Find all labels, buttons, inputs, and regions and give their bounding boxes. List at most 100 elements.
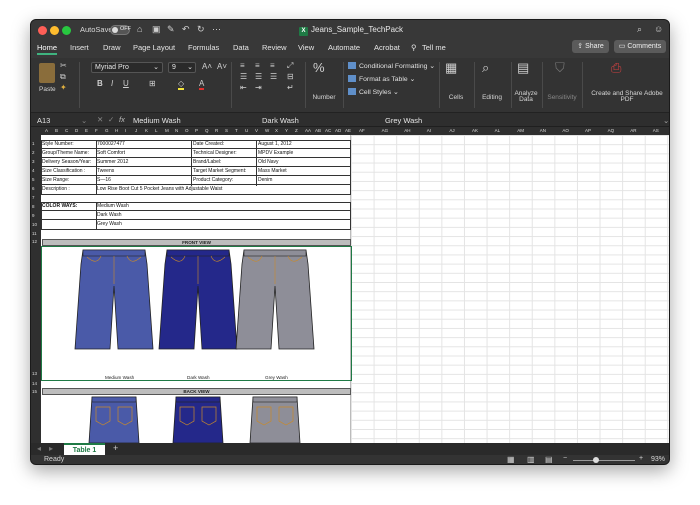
row-header[interactable]: 4 bbox=[32, 168, 35, 173]
category-cell[interactable]: Denim bbox=[258, 177, 272, 183]
column-header[interactable]: Z bbox=[295, 128, 298, 133]
brand-cell[interactable]: Old Navy bbox=[258, 159, 279, 165]
column-header[interactable]: O bbox=[185, 128, 189, 133]
row-header[interactable]: 8 bbox=[32, 204, 35, 209]
zoom-in-icon[interactable]: + bbox=[639, 455, 643, 462]
name-box[interactable]: A13 bbox=[37, 116, 50, 125]
confirm-icon[interactable]: ✓ bbox=[108, 115, 114, 124]
zoom-slider[interactable] bbox=[573, 460, 635, 461]
colorway-cell[interactable]: Grey Wash bbox=[97, 221, 122, 227]
cells-label[interactable]: Cells bbox=[441, 94, 471, 101]
tab-data[interactable]: Data bbox=[233, 43, 249, 52]
column-header[interactable]: K bbox=[145, 128, 148, 133]
normal-view-icon[interactable]: ▦ bbox=[507, 455, 515, 464]
tab-formulas[interactable]: Formulas bbox=[188, 43, 219, 52]
column-header[interactable]: J bbox=[135, 128, 137, 133]
row-header[interactable]: 5 bbox=[32, 177, 35, 182]
colorway-cell[interactable]: Dark Wash bbox=[97, 212, 122, 218]
sheet-tab-table-1[interactable]: Table 1 bbox=[64, 443, 105, 455]
align-right-icon[interactable]: ☰ bbox=[270, 72, 277, 81]
column-header[interactable]: AD bbox=[335, 128, 341, 133]
more-icon[interactable]: ⋯ bbox=[212, 24, 221, 35]
align-top-icon[interactable]: ≡ bbox=[240, 61, 245, 70]
row-header[interactable]: 11 bbox=[32, 231, 37, 236]
column-header[interactable]: N bbox=[175, 128, 178, 133]
tell-me-field[interactable]: Tell me bbox=[422, 43, 446, 52]
previous-sheet-icon[interactable]: ◂ bbox=[37, 444, 41, 453]
column-header[interactable]: AH bbox=[404, 128, 410, 133]
column-header[interactable]: AN bbox=[540, 128, 546, 133]
fill-color-icon[interactable]: ◇ bbox=[178, 79, 185, 90]
tab-automate[interactable]: Automate bbox=[328, 43, 360, 52]
wrap-text-icon[interactable]: ↵ bbox=[287, 83, 294, 92]
zoom-out-icon[interactable]: − bbox=[563, 455, 567, 462]
cut-icon[interactable]: ✂ bbox=[60, 61, 67, 70]
share-button[interactable]: ⇪ Share bbox=[572, 40, 609, 53]
column-header[interactable]: AB bbox=[315, 128, 321, 133]
home-icon[interactable]: ⌂ bbox=[137, 24, 142, 34]
date-cell[interactable]: August 1, 2012 bbox=[258, 141, 292, 147]
add-sheet-icon[interactable]: + bbox=[113, 443, 118, 453]
column-header[interactable]: AG bbox=[382, 128, 389, 133]
editing-icon[interactable]: ⌕ bbox=[482, 60, 489, 76]
function-icon[interactable]: fx bbox=[119, 115, 125, 124]
font-name-select[interactable]: Myriad Pro ⌄ bbox=[91, 62, 163, 73]
redo-icon[interactable]: ↻ bbox=[197, 24, 205, 35]
minimize-window-button[interactable] bbox=[50, 26, 59, 35]
decrease-indent-icon[interactable]: ⇤ bbox=[240, 83, 247, 92]
style-number-cell[interactable]: 7000027477 bbox=[97, 141, 125, 147]
column-header[interactable]: AI bbox=[427, 128, 431, 133]
colorway-cell[interactable]: Medium Wash bbox=[97, 203, 129, 209]
create-share-pdf-label[interactable]: Create and Share Adobe PDF bbox=[587, 90, 667, 103]
column-header[interactable]: U bbox=[245, 128, 248, 133]
align-middle-icon[interactable]: ≡ bbox=[255, 61, 260, 70]
size-class-cell[interactable]: Tweens bbox=[97, 168, 114, 174]
column-header[interactable]: AA bbox=[305, 128, 311, 133]
comments-button[interactable]: ▭ Comments bbox=[614, 40, 666, 53]
column-header[interactable]: AP bbox=[585, 128, 591, 133]
column-header[interactable]: M bbox=[165, 128, 169, 133]
close-window-button[interactable] bbox=[38, 26, 47, 35]
column-header[interactable]: AS bbox=[653, 128, 659, 133]
column-header[interactable]: A bbox=[45, 128, 48, 133]
column-header[interactable]: X bbox=[275, 128, 278, 133]
underline-icon[interactable]: U bbox=[123, 79, 129, 88]
tab-view[interactable]: View bbox=[298, 43, 314, 52]
conditional-formatting-button[interactable]: Conditional Formatting ⌄ bbox=[348, 62, 435, 70]
align-bottom-icon[interactable]: ≡ bbox=[270, 61, 275, 70]
autosave-toggle[interactable]: OFF bbox=[110, 25, 131, 35]
tab-acrobat[interactable]: Acrobat bbox=[374, 43, 400, 52]
tab-draw[interactable]: Draw bbox=[103, 43, 121, 52]
increase-font-icon[interactable]: A˄ bbox=[202, 62, 212, 71]
column-header[interactable]: AF bbox=[359, 128, 365, 133]
decrease-font-icon[interactable]: A˅ bbox=[217, 62, 227, 71]
zoom-slider-thumb[interactable] bbox=[593, 457, 599, 463]
formula-content-1[interactable]: Medium Wash bbox=[133, 116, 181, 125]
adobe-pdf-icon[interactable]: ⎙ bbox=[611, 60, 621, 76]
edit-icon[interactable]: ✎ bbox=[167, 24, 175, 35]
column-header[interactable]: B bbox=[55, 128, 58, 133]
row-header[interactable]: 1 bbox=[32, 141, 35, 146]
column-header[interactable]: P bbox=[195, 128, 198, 133]
column-header[interactable]: AR bbox=[630, 128, 636, 133]
row-header[interactable]: 12 bbox=[32, 239, 37, 244]
row-header[interactable]: 14 bbox=[32, 381, 37, 386]
cancel-icon[interactable]: ✕ bbox=[97, 115, 103, 124]
search-icon[interactable]: ⌕ bbox=[637, 24, 642, 35]
percent-icon[interactable]: % bbox=[313, 60, 325, 75]
increase-indent-icon[interactable]: ⇥ bbox=[255, 83, 262, 92]
description-cell[interactable]: Low Rise Boot Cut 5 Pocket Jeans with Ad… bbox=[97, 186, 222, 192]
tab-review[interactable]: Review bbox=[262, 43, 287, 52]
column-header[interactable]: AQ bbox=[608, 128, 615, 133]
column-header[interactable]: C bbox=[65, 128, 68, 133]
merge-icon[interactable]: ⊟ bbox=[287, 72, 294, 81]
column-header[interactable]: W bbox=[265, 128, 269, 133]
align-center-icon[interactable]: ☰ bbox=[255, 72, 262, 81]
column-header[interactable]: AL bbox=[495, 128, 501, 133]
analyze-data-label[interactable]: Analyze Data bbox=[513, 90, 539, 103]
column-header[interactable]: Y bbox=[285, 128, 288, 133]
designer-cell[interactable]: MPDV Example bbox=[258, 150, 293, 156]
analyze-data-icon[interactable]: ▤ bbox=[517, 60, 529, 76]
account-icon[interactable]: ☺ bbox=[654, 24, 663, 34]
column-header[interactable]: S bbox=[225, 128, 228, 133]
